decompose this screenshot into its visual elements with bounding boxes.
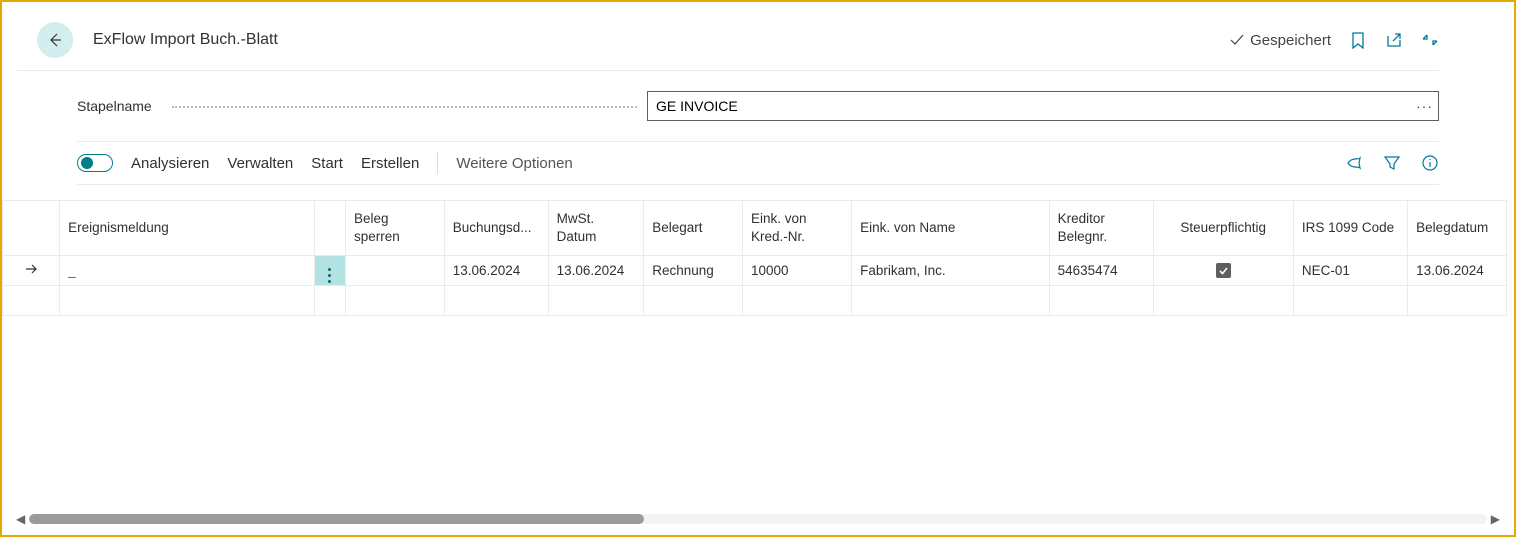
scroll-track[interactable] (29, 514, 1487, 524)
info-button[interactable] (1421, 154, 1439, 172)
scroll-thumb[interactable] (29, 514, 644, 524)
col-ereignismeldung[interactable]: Ereignismeldung (60, 201, 315, 256)
batch-field-row: Stapelname ··· (77, 71, 1439, 142)
batch-lookup-button[interactable]: ··· (1416, 98, 1433, 114)
cell-beleg-sperren[interactable] (345, 256, 444, 286)
share-icon (1345, 154, 1363, 172)
vertical-dots-icon (328, 268, 331, 283)
tab-analyze[interactable]: Analysieren (131, 155, 209, 172)
col-beleg-sperren[interactable]: Beleg sperren (345, 201, 444, 256)
bookmark-icon (1349, 31, 1367, 49)
row-menu-button[interactable] (314, 256, 345, 286)
scroll-left-button[interactable]: ◀ (16, 512, 25, 526)
tab-create[interactable]: Erstellen (361, 155, 419, 172)
popout-button[interactable] (1385, 31, 1403, 49)
cell-mwst-datum[interactable]: 13.06.2024 (548, 256, 644, 286)
batch-label: Stapelname (77, 98, 152, 114)
col-kred-belegnr[interactable]: Kreditor Belegnr. (1049, 201, 1153, 256)
collapse-button[interactable] (1421, 31, 1439, 49)
cell-irs[interactable]: NEC-01 (1293, 256, 1407, 286)
checkmark-icon (1229, 32, 1245, 48)
share-button[interactable] (1345, 154, 1363, 172)
page-header: ExFlow Import Buch.-Blatt Gespeichert (17, 2, 1439, 71)
batch-label-wrap: Stapelname (77, 98, 647, 114)
arrow-left-icon (45, 30, 65, 50)
dotted-leader (172, 106, 637, 108)
col-steuerpflichtig[interactable]: Steuerpflichtig (1153, 201, 1293, 256)
ereignis-value: _ (68, 263, 76, 278)
saved-indicator: Gespeichert (1229, 32, 1331, 49)
col-eink-name[interactable]: Eink. von Name (852, 201, 1049, 256)
filter-icon (1383, 154, 1401, 172)
header-row: Ereignismeldung Beleg sperren Buchungsd.… (3, 201, 1507, 256)
filter-button[interactable] (1383, 154, 1401, 172)
saved-label: Gespeichert (1250, 32, 1331, 49)
cell-kred-nr[interactable]: 10000 (742, 256, 851, 286)
cell-ereignis[interactable]: _ (60, 256, 315, 286)
scroll-right-button[interactable]: ▶ (1491, 512, 1500, 526)
cell-buchungsdatum[interactable]: 13.06.2024 (444, 256, 548, 286)
data-table: Ereignismeldung Beleg sperren Buchungsd.… (2, 200, 1507, 316)
col-belegdatum[interactable]: Belegdatum (1408, 201, 1507, 256)
check-icon (1218, 265, 1229, 276)
cell-belegdatum[interactable]: 13.06.2024 (1408, 256, 1507, 286)
bookmark-button[interactable] (1349, 31, 1367, 49)
tab-manage[interactable]: Verwalten (227, 155, 293, 172)
col-buchungsdatum[interactable]: Buchungsd... (444, 201, 548, 256)
grid: Ereignismeldung Beleg sperren Buchungsd.… (2, 200, 1514, 316)
toggle-knob (81, 157, 93, 169)
toolbar: Analysieren Verwalten Start Erstellen We… (77, 142, 1439, 185)
col-row-menu[interactable] (314, 201, 345, 256)
info-icon (1421, 154, 1439, 172)
col-mwst-datum[interactable]: MwSt. Datum (548, 201, 644, 256)
page-title: ExFlow Import Buch.-Blatt (93, 31, 278, 49)
tab-start[interactable]: Start (311, 155, 343, 172)
collapse-icon (1421, 31, 1439, 49)
more-options[interactable]: Weitere Optionen (456, 155, 572, 172)
col-selector[interactable] (3, 201, 60, 256)
arrow-right-icon (23, 261, 39, 277)
col-irs-code[interactable]: IRS 1099 Code (1293, 201, 1407, 256)
col-belegart[interactable]: Belegart (644, 201, 743, 256)
tax-checkbox[interactable] (1216, 263, 1231, 278)
cell-name[interactable]: Fabrikam, Inc. (852, 256, 1049, 286)
table-row-empty[interactable] (3, 286, 1507, 316)
horizontal-scrollbar[interactable]: ◀ ▶ (16, 513, 1500, 525)
batch-input-wrap: ··· (647, 91, 1439, 121)
back-button[interactable] (37, 22, 73, 58)
header-actions: Gespeichert (1229, 31, 1439, 49)
toolbar-right (1345, 154, 1439, 172)
col-kred-nr[interactable]: Eink. von Kred.-Nr. (742, 201, 851, 256)
cell-belegart[interactable]: Rechnung (644, 256, 743, 286)
table-row[interactable]: _ 13.06.2024 13.06.2024 Rechnung 10000 F… (3, 256, 1507, 286)
analyze-toggle[interactable] (77, 154, 113, 172)
cell-kred-beleg[interactable]: 54635474 (1049, 256, 1153, 286)
batch-input[interactable] (647, 91, 1439, 121)
row-selector[interactable] (3, 256, 60, 286)
toolbar-divider (437, 152, 438, 174)
cell-steuer[interactable] (1153, 256, 1293, 286)
popout-icon (1385, 31, 1403, 49)
